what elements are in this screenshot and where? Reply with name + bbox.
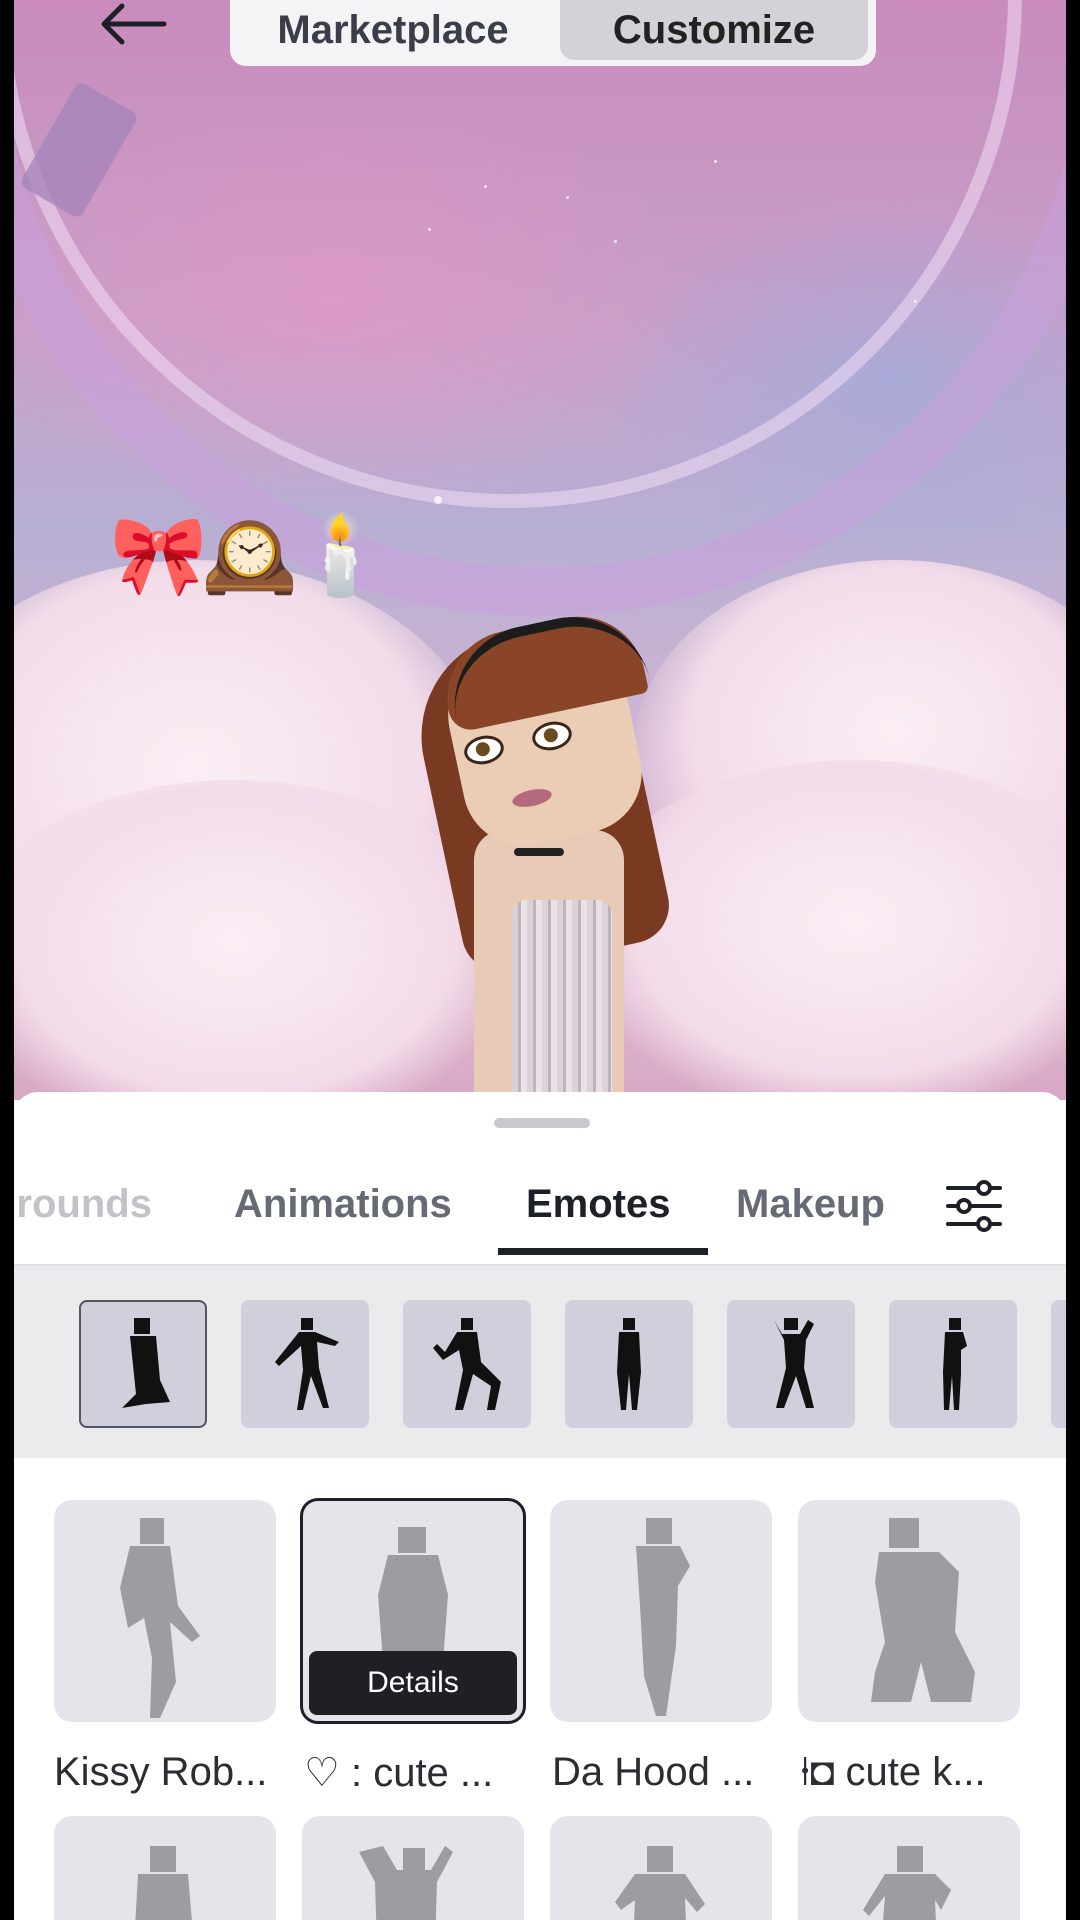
tab-animations[interactable]: Animations bbox=[234, 1182, 452, 1227]
segment-customize[interactable]: Customize bbox=[560, 0, 868, 60]
star bbox=[434, 496, 442, 504]
emote-card[interactable] bbox=[54, 1500, 276, 1722]
star bbox=[614, 240, 617, 243]
category-tabs: grounds Animations Emotes Makeup bbox=[14, 1144, 1066, 1255]
emote-slot[interactable] bbox=[403, 1300, 531, 1428]
sheet-drag-handle[interactable] bbox=[494, 1118, 590, 1128]
tab-backgrounds[interactable]: grounds bbox=[14, 1182, 152, 1227]
emote-card-label: Da Hood ... bbox=[552, 1750, 755, 1794]
emote-thumbnail bbox=[615, 1846, 705, 1920]
emote-thumbnail bbox=[636, 1518, 690, 1716]
details-button[interactable]: Details bbox=[309, 1651, 517, 1715]
avatar-name-tag: 🎀🕰️🕯️ bbox=[110, 511, 389, 599]
star bbox=[484, 185, 487, 188]
stand-pose-icon bbox=[617, 1318, 641, 1410]
emote-card-selected[interactable]: Details bbox=[300, 1498, 526, 1724]
filter-button[interactable] bbox=[944, 1178, 1004, 1234]
emote-thumbnail bbox=[135, 1846, 192, 1920]
app-frame: 🎀🕰️🕯️ Marketplace Customize grounds Anim… bbox=[14, 0, 1066, 1920]
emote-slot[interactable] bbox=[1051, 1300, 1066, 1428]
active-tab-indicator bbox=[498, 1248, 708, 1255]
avatar[interactable] bbox=[394, 600, 694, 1100]
star bbox=[714, 160, 717, 163]
emote-card[interactable] bbox=[550, 1816, 772, 1920]
star bbox=[566, 196, 569, 199]
emote-card[interactable] bbox=[54, 1816, 276, 1920]
emote-card[interactable] bbox=[550, 1500, 772, 1722]
back-arrow-icon bbox=[101, 3, 167, 45]
phone-pose-icon bbox=[943, 1318, 967, 1410]
flex-pose-icon bbox=[433, 1318, 501, 1410]
emote-slot[interactable] bbox=[79, 1300, 207, 1428]
emote-card-label: ♡ : cute ... bbox=[304, 1751, 494, 1795]
star bbox=[428, 228, 431, 231]
equipped-emote-slots bbox=[14, 1264, 1066, 1460]
emote-thumbnail bbox=[120, 1518, 200, 1718]
filter-sliders-icon bbox=[946, 1180, 1002, 1232]
emote-card[interactable] bbox=[798, 1500, 1020, 1722]
emote-card[interactable] bbox=[798, 1816, 1020, 1920]
hands-on-head-pose-icon bbox=[774, 1318, 814, 1408]
emote-slot[interactable] bbox=[565, 1300, 693, 1428]
emote-slot[interactable] bbox=[241, 1300, 369, 1428]
emote-card[interactable] bbox=[302, 1816, 524, 1920]
emote-thumbnail bbox=[871, 1518, 975, 1702]
emote-slot[interactable] bbox=[727, 1300, 855, 1428]
avatar-preview-scene[interactable]: 🎀🕰️🕯️ bbox=[14, 0, 1066, 1100]
dance-pose-icon bbox=[275, 1318, 339, 1410]
mode-segmented-control: Marketplace Customize bbox=[230, 0, 876, 66]
emote-slot[interactable] bbox=[889, 1300, 1017, 1428]
emote-card-label: ⍿◘ cute k... bbox=[800, 1750, 986, 1794]
segment-marketplace[interactable]: Marketplace bbox=[230, 0, 556, 60]
avatar-choker bbox=[514, 848, 564, 856]
emote-thumbnail bbox=[863, 1846, 951, 1920]
tab-makeup[interactable]: Makeup bbox=[736, 1182, 885, 1227]
avatar-dress bbox=[512, 900, 612, 1100]
emote-card-label: Kissy Rob... bbox=[54, 1750, 268, 1794]
star bbox=[914, 300, 917, 303]
back-button[interactable] bbox=[92, 0, 172, 50]
emote-thumbnail bbox=[359, 1846, 453, 1920]
tab-emotes[interactable]: Emotes bbox=[526, 1182, 671, 1227]
kneel-pose-icon bbox=[122, 1318, 170, 1408]
